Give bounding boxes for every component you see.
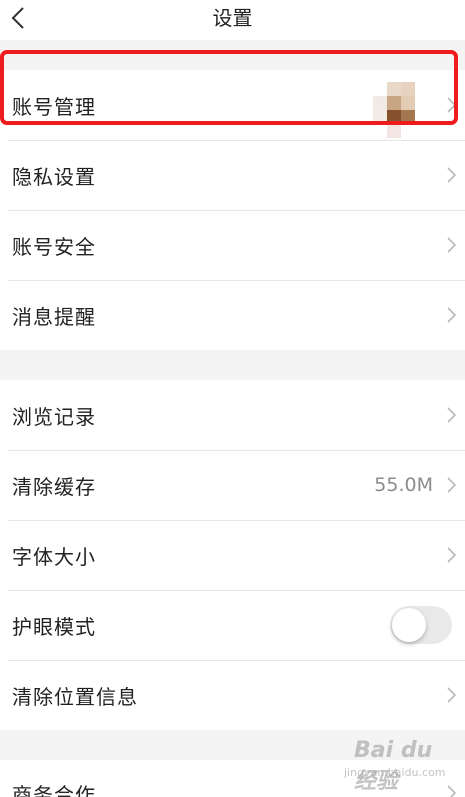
chevron-right-icon: [447, 307, 457, 323]
row-label: 消息提醒: [12, 304, 96, 329]
row-clear-location[interactable]: 清除位置信息: [0, 660, 465, 730]
watermark-logo: Bai du 经验 jingyan.baidu.com: [336, 738, 446, 794]
row-font-size[interactable]: 字体大小: [0, 520, 465, 590]
page-title: 设置: [212, 6, 253, 30]
row-label: 清除位置信息: [12, 684, 138, 709]
toggle-knob: [392, 608, 426, 642]
row-label: 护眼模式: [12, 614, 96, 639]
row-clear-cache[interactable]: 清除缓存 55.0M: [0, 450, 465, 520]
chevron-right-icon: [447, 237, 457, 253]
watermark-subtext: jingyan.baidu.com: [344, 766, 446, 779]
settings-group-general: 浏览记录 清除缓存 55.0M 字体大小 护眼模式 清除位置信息: [0, 380, 465, 730]
row-label: 清除缓存: [12, 474, 96, 499]
row-label: 账号安全: [12, 234, 96, 259]
row-account-security[interactable]: 账号安全: [0, 210, 465, 280]
row-privacy-settings[interactable]: 隐私设置: [0, 140, 465, 210]
row-browsing-history[interactable]: 浏览记录: [0, 380, 465, 450]
row-label: 商务合作: [12, 782, 96, 797]
settings-group-account: 账号管理 隐私设置 账号安全 消息提醒: [0, 70, 465, 350]
row-label: 字体大小: [12, 544, 96, 569]
cache-size-value: 55.0M: [374, 474, 433, 496]
row-eye-protection: 护眼模式: [0, 590, 465, 660]
chevron-right-icon: [447, 547, 457, 563]
row-label: 浏览记录: [12, 404, 96, 429]
nav-bar: 设置: [0, 0, 465, 40]
eye-protection-toggle[interactable]: [390, 606, 452, 644]
avatar: [373, 82, 429, 138]
chevron-right-icon: [447, 785, 457, 797]
chevron-right-icon: [447, 167, 457, 183]
chevron-right-icon: [447, 477, 457, 493]
row-message-alerts[interactable]: 消息提醒: [0, 280, 465, 350]
chevron-right-icon: [447, 687, 457, 703]
chevron-right-icon: [447, 97, 457, 113]
row-label: 账号管理: [12, 94, 96, 119]
chevron-right-icon: [447, 407, 457, 423]
row-account-management[interactable]: 账号管理: [0, 70, 465, 140]
row-label: 隐私设置: [12, 164, 96, 189]
